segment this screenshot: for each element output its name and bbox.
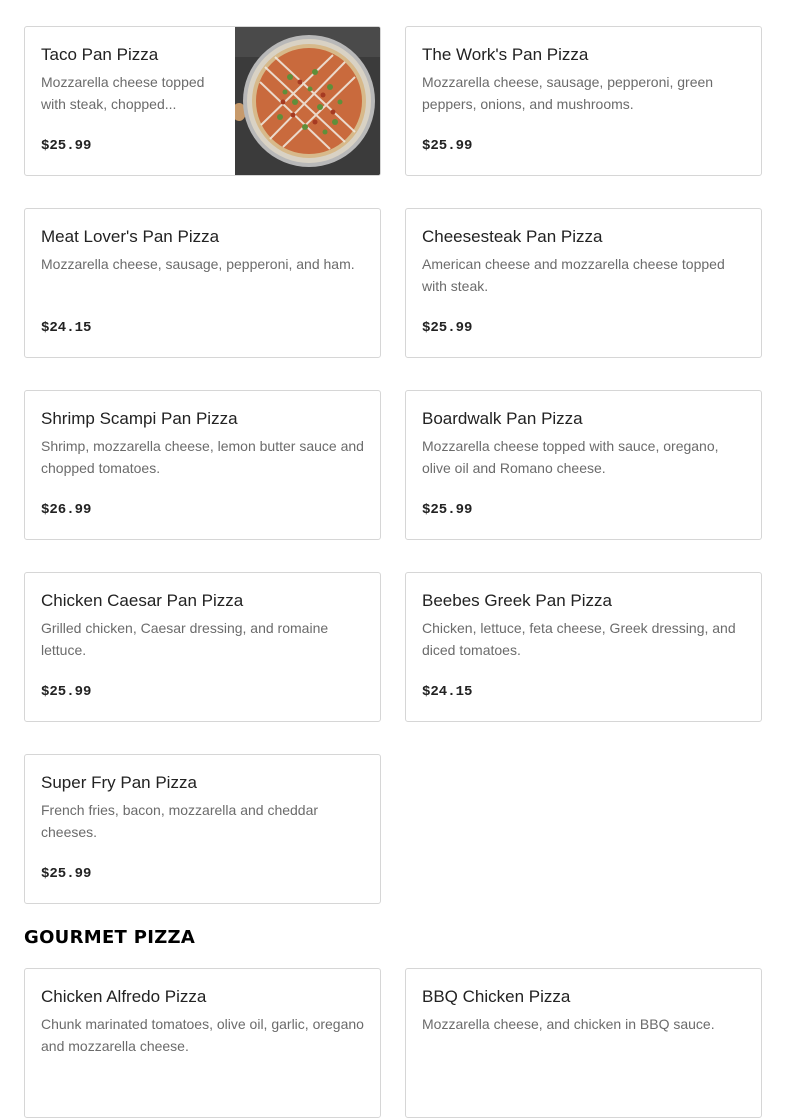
item-name: Cheesesteak Pan Pizza bbox=[422, 227, 603, 246]
pizza-photo-icon bbox=[232, 27, 380, 175]
item-price: $24.15 bbox=[422, 684, 473, 700]
item-description: Mozzarella cheese, and chicken in BBQ sa… bbox=[422, 1016, 715, 1032]
item-description: Mozzarella cheese, sausage, pepperoni, g… bbox=[422, 74, 714, 112]
menu-item-card[interactable]: Taco Pan Pizza Mozzarella cheese topped … bbox=[24, 26, 381, 176]
menu-item-card[interactable]: Chicken Caesar Pan Pizza Grilled chicken… bbox=[24, 572, 381, 722]
item-name: BBQ Chicken Pizza bbox=[422, 987, 571, 1006]
item-name: Super Fry Pan Pizza bbox=[41, 773, 197, 792]
item-price: $25.99 bbox=[422, 138, 473, 154]
item-name: Meat Lover's Pan Pizza bbox=[41, 227, 220, 246]
item-price: $25.99 bbox=[41, 866, 92, 882]
menu-item-card[interactable]: The Work's Pan Pizza Mozzarella cheese, … bbox=[405, 26, 762, 176]
menu-item-card[interactable]: BBQ Chicken Pizza Mozzarella cheese, and… bbox=[405, 968, 762, 1118]
item-price: $24.15 bbox=[41, 320, 92, 336]
menu-item-card[interactable]: Chicken Alfredo Pizza Chunk marinated to… bbox=[24, 968, 381, 1118]
item-description: Chicken, lettuce, feta cheese, Greek dre… bbox=[422, 620, 736, 658]
item-description: Mozzarella cheese topped with sauce, ore… bbox=[422, 438, 719, 476]
item-price: $25.99 bbox=[41, 684, 92, 700]
item-price: $25.99 bbox=[422, 502, 473, 518]
item-name: Beebes Greek Pan Pizza bbox=[422, 591, 612, 610]
item-name: Chicken Caesar Pan Pizza bbox=[41, 591, 244, 610]
menu-item-card[interactable]: Boardwalk Pan Pizza Mozzarella cheese to… bbox=[405, 390, 762, 540]
pizza-image bbox=[232, 27, 380, 175]
item-description: American cheese and mozzarella cheese to… bbox=[422, 256, 725, 294]
item-description: Shrimp, mozzarella cheese, lemon butter … bbox=[41, 438, 364, 476]
menu-item-card[interactable]: Beebes Greek Pan Pizza Chicken, lettuce,… bbox=[405, 572, 762, 722]
item-description: Mozzarella cheese topped with steak, cho… bbox=[41, 74, 205, 112]
item-price: $25.99 bbox=[422, 320, 473, 336]
item-price: $25.99 bbox=[41, 138, 92, 154]
item-name: Boardwalk Pan Pizza bbox=[422, 409, 583, 428]
menu-item-card[interactable]: Shrimp Scampi Pan Pizza Shrimp, mozzarel… bbox=[24, 390, 381, 540]
item-description: Chunk marinated tomatoes, olive oil, gar… bbox=[41, 1016, 364, 1054]
item-name: The Work's Pan Pizza bbox=[422, 45, 589, 64]
item-name: Chicken Alfredo Pizza bbox=[41, 987, 207, 1006]
item-name: Shrimp Scampi Pan Pizza bbox=[41, 409, 238, 428]
menu-item-card[interactable]: Meat Lover's Pan Pizza Mozzarella cheese… bbox=[24, 208, 381, 358]
menu-item-card[interactable]: Cheesesteak Pan Pizza American cheese an… bbox=[405, 208, 762, 358]
item-price: $26.99 bbox=[41, 502, 92, 518]
item-name: Taco Pan Pizza bbox=[41, 45, 159, 64]
item-description: Mozzarella cheese, sausage, pepperoni, a… bbox=[41, 256, 355, 272]
menu-item-card[interactable]: Super Fry Pan Pizza French fries, bacon,… bbox=[24, 754, 381, 904]
item-description: French fries, bacon, mozzarella and ched… bbox=[41, 802, 319, 840]
section-heading-gourmet-pizza: GOURMET PIZZA bbox=[24, 927, 196, 948]
item-description: Grilled chicken, Caesar dressing, and ro… bbox=[41, 620, 329, 658]
